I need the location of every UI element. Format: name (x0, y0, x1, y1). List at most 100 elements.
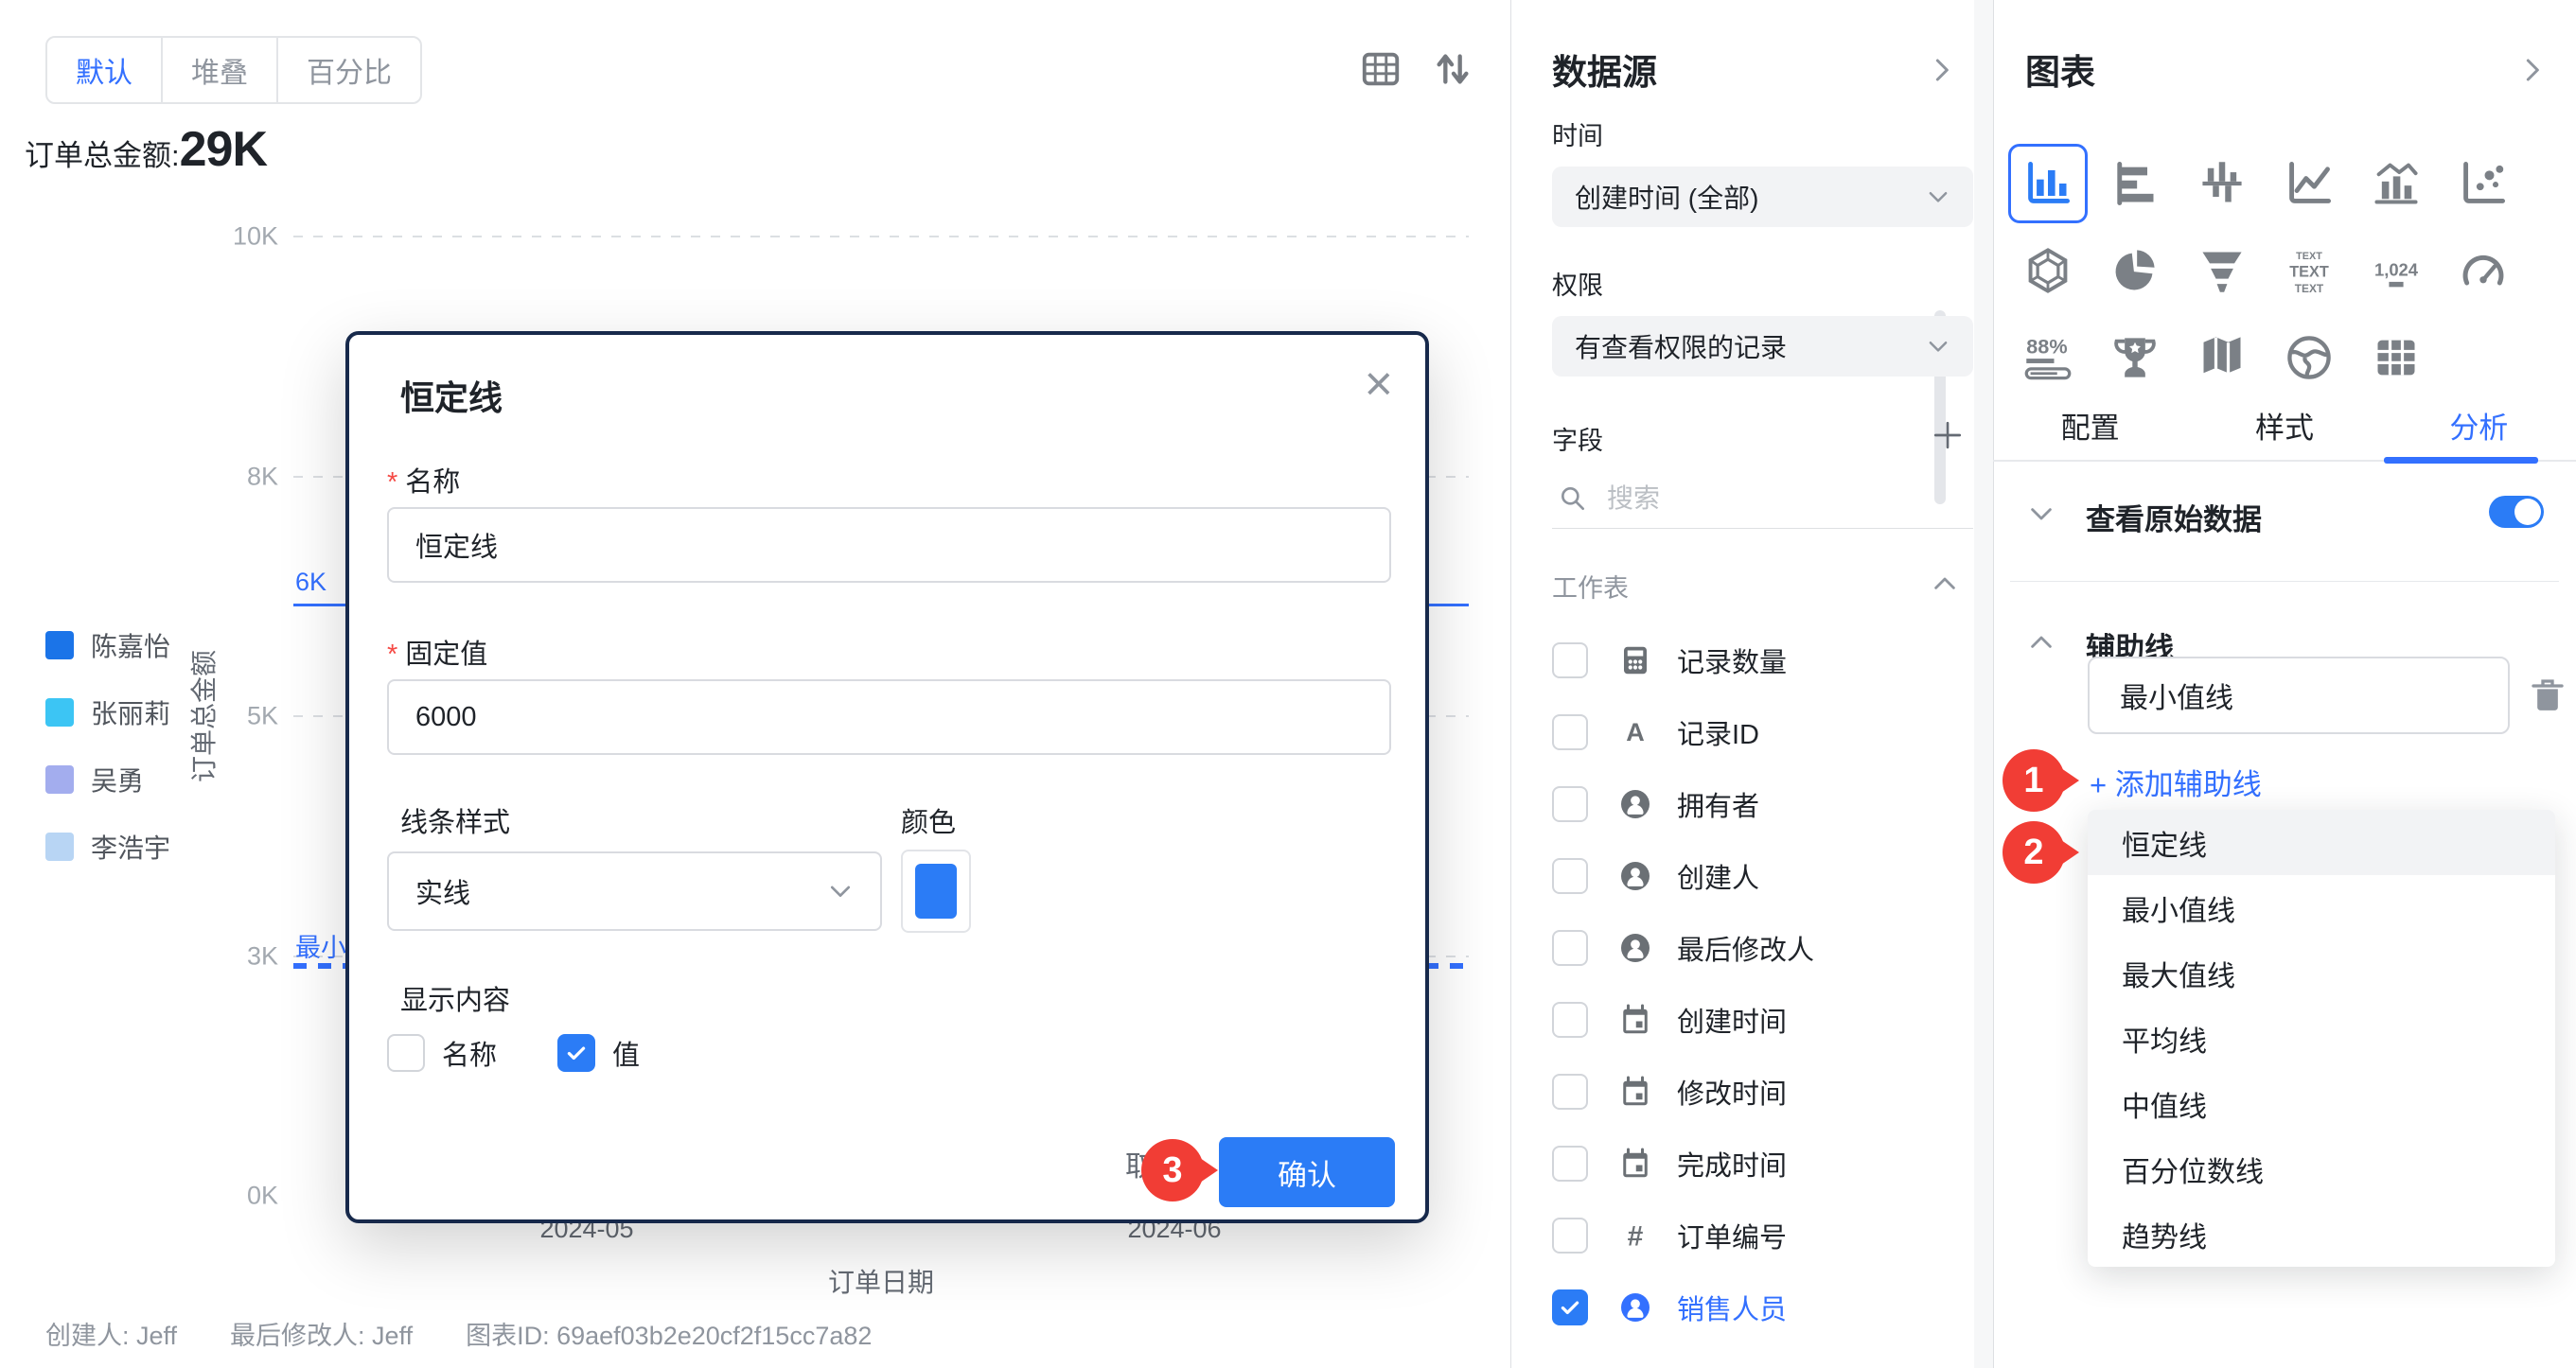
name-field-label: *名称 (387, 460, 460, 500)
sort-icon[interactable] (1431, 47, 1474, 91)
panel-gap (1974, 0, 1993, 1368)
field-checkbox[interactable] (1552, 786, 1588, 822)
dropdown-item[interactable]: 最大值线 (2088, 940, 2555, 1006)
field-checkbox[interactable] (1552, 1074, 1588, 1110)
chart-type-button[interactable]: 1,024 (2356, 231, 2436, 310)
collapse-panel-icon[interactable] (2517, 55, 2548, 85)
name-checkbox[interactable] (387, 1034, 425, 1072)
chart-type-button[interactable] (2008, 231, 2088, 310)
dialog-title: 恒定线 (400, 371, 503, 420)
chart-type-button[interactable] (2356, 318, 2436, 397)
field-row[interactable]: 修改时间 (1552, 1056, 1974, 1128)
field-label: 记录数量 (1677, 640, 1787, 680)
chart-type-icon (2023, 159, 2073, 208)
legend-swatch (45, 833, 74, 861)
chart-type-button[interactable] (2095, 144, 2175, 223)
config-tab[interactable]: 样式 (2187, 390, 2381, 460)
chart-mode-tab[interactable]: 默认 (47, 38, 163, 102)
config-tab[interactable]: 配置 (1993, 390, 2187, 460)
table-view-icon[interactable] (1359, 47, 1403, 91)
chart-type-icon (2197, 246, 2247, 295)
name-input[interactable] (387, 507, 1391, 583)
collapse-panel-icon[interactable] (1927, 55, 1957, 85)
chart-type-button[interactable] (2444, 144, 2523, 223)
chart-type-icon (2372, 159, 2421, 208)
field-row[interactable]: # 订单编号 (1552, 1200, 1974, 1272)
chart-type-button[interactable] (2095, 231, 2175, 310)
dropdown-item[interactable]: 最小值线 (2088, 875, 2555, 940)
field-label: 创建时间 (1677, 1000, 1787, 1040)
field-checkbox[interactable] (1552, 714, 1588, 750)
chevron-down-icon (1926, 334, 1950, 359)
field-label: 记录ID (1677, 712, 1759, 752)
field-row[interactable]: 记录数量 (1552, 624, 1974, 696)
dropdown-item[interactable]: 平均线 (2088, 1006, 2555, 1071)
time-filter-select[interactable]: 创建时间 (全部) (1552, 167, 1973, 227)
chevron-up-icon[interactable] (2027, 628, 2056, 657)
chart-type-button[interactable] (2356, 144, 2436, 223)
field-checkbox[interactable] (1552, 642, 1588, 678)
chart-type-button[interactable] (2182, 231, 2262, 310)
chart-type-button[interactable] (2444, 231, 2523, 310)
confirm-button[interactable]: 确认 (1219, 1137, 1395, 1207)
field-row[interactable]: 最后修改人 (1552, 912, 1974, 984)
close-icon[interactable]: × (1365, 360, 1393, 409)
chart-type-button[interactable] (2269, 144, 2349, 223)
collapse-group-icon[interactable] (1931, 570, 1959, 598)
dropdown-item[interactable]: 百分位数线 (2088, 1136, 2555, 1201)
field-checkbox[interactable] (1552, 1289, 1588, 1325)
field-checkbox[interactable] (1552, 858, 1588, 894)
field-checkbox[interactable] (1552, 1146, 1588, 1182)
chart-type-button[interactable] (2182, 318, 2262, 397)
field-checkbox[interactable] (1552, 1002, 1588, 1038)
field-row[interactable]: 销售人员 (1552, 1272, 1974, 1343)
trash-icon[interactable] (2529, 675, 2567, 715)
field-row[interactable]: A 记录ID (1552, 696, 1974, 768)
raw-data-toggle[interactable] (2489, 496, 2544, 528)
permission-select[interactable]: 有查看权限的记录 (1552, 316, 1973, 377)
field-row[interactable]: 创建时间 (1552, 984, 1974, 1056)
dropdown-item[interactable]: 恒定线 (2088, 810, 2555, 875)
chart-type-button[interactable] (2095, 318, 2175, 397)
field-row[interactable]: 拥有者 (1552, 768, 1974, 840)
chart-meta-footer: 创建人: Jeff 最后修改人: Jeff 图表ID: 69aef03b2e20… (45, 1315, 872, 1352)
field-label: 销售人员 (1677, 1288, 1787, 1327)
dropdown-item[interactable]: 中值线 (2088, 1071, 2555, 1136)
color-label: 颜色 (901, 800, 956, 840)
config-tab[interactable]: 分析 (2382, 390, 2576, 460)
legend-item[interactable]: 张丽莉 (45, 693, 170, 731)
legend-item[interactable]: 陈嘉怡 (45, 626, 170, 664)
chart-type-button[interactable]: TEXTTEXTTEXT (2269, 231, 2349, 310)
chart-mode-tab[interactable]: 堆叠 (163, 38, 278, 102)
chart-mode-tab[interactable]: 百分比 (278, 38, 420, 102)
chevron-down-icon[interactable] (2027, 500, 2056, 528)
chart-type-button[interactable] (2008, 144, 2088, 223)
field-checkbox[interactable] (1552, 930, 1588, 966)
raw-data-label: 查看原始数据 (2086, 496, 2262, 538)
field-type-icon: # (1618, 1219, 1652, 1253)
dropdown-item[interactable]: 趋势线 (2088, 1201, 2555, 1267)
chart-type-button[interactable]: 88% (2008, 318, 2088, 397)
chart-type-button[interactable] (2269, 318, 2349, 397)
legend-item[interactable]: 李浩宇 (45, 828, 170, 866)
search-icon (1558, 483, 1588, 514)
aux-line-name-input[interactable] (2088, 657, 2510, 734)
field-type-icon (1618, 643, 1652, 677)
y-tick-label: 3K (216, 941, 278, 971)
svg-text:A: A (1626, 718, 1645, 746)
chart-type-button[interactable] (2182, 144, 2262, 223)
field-checkbox[interactable] (1552, 1218, 1588, 1254)
field-search[interactable] (1552, 469, 1973, 529)
search-input[interactable] (1605, 482, 1921, 515)
field-row[interactable]: 创建人 (1552, 840, 1974, 912)
field-row[interactable]: 完成时间 (1552, 1128, 1974, 1200)
y-tick-label: 0K (216, 1182, 278, 1211)
add-aux-line-link[interactable]: + 添加辅助线 (2090, 761, 2262, 803)
value-input[interactable] (387, 679, 1391, 755)
display-options-row: 名称 值 (387, 1033, 640, 1073)
color-picker[interactable] (901, 850, 971, 933)
add-field-icon[interactable] (1931, 418, 1965, 452)
value-checkbox[interactable] (557, 1034, 595, 1072)
legend-item[interactable]: 吴勇 (45, 761, 170, 798)
line-style-select[interactable]: 实线 (387, 851, 882, 931)
